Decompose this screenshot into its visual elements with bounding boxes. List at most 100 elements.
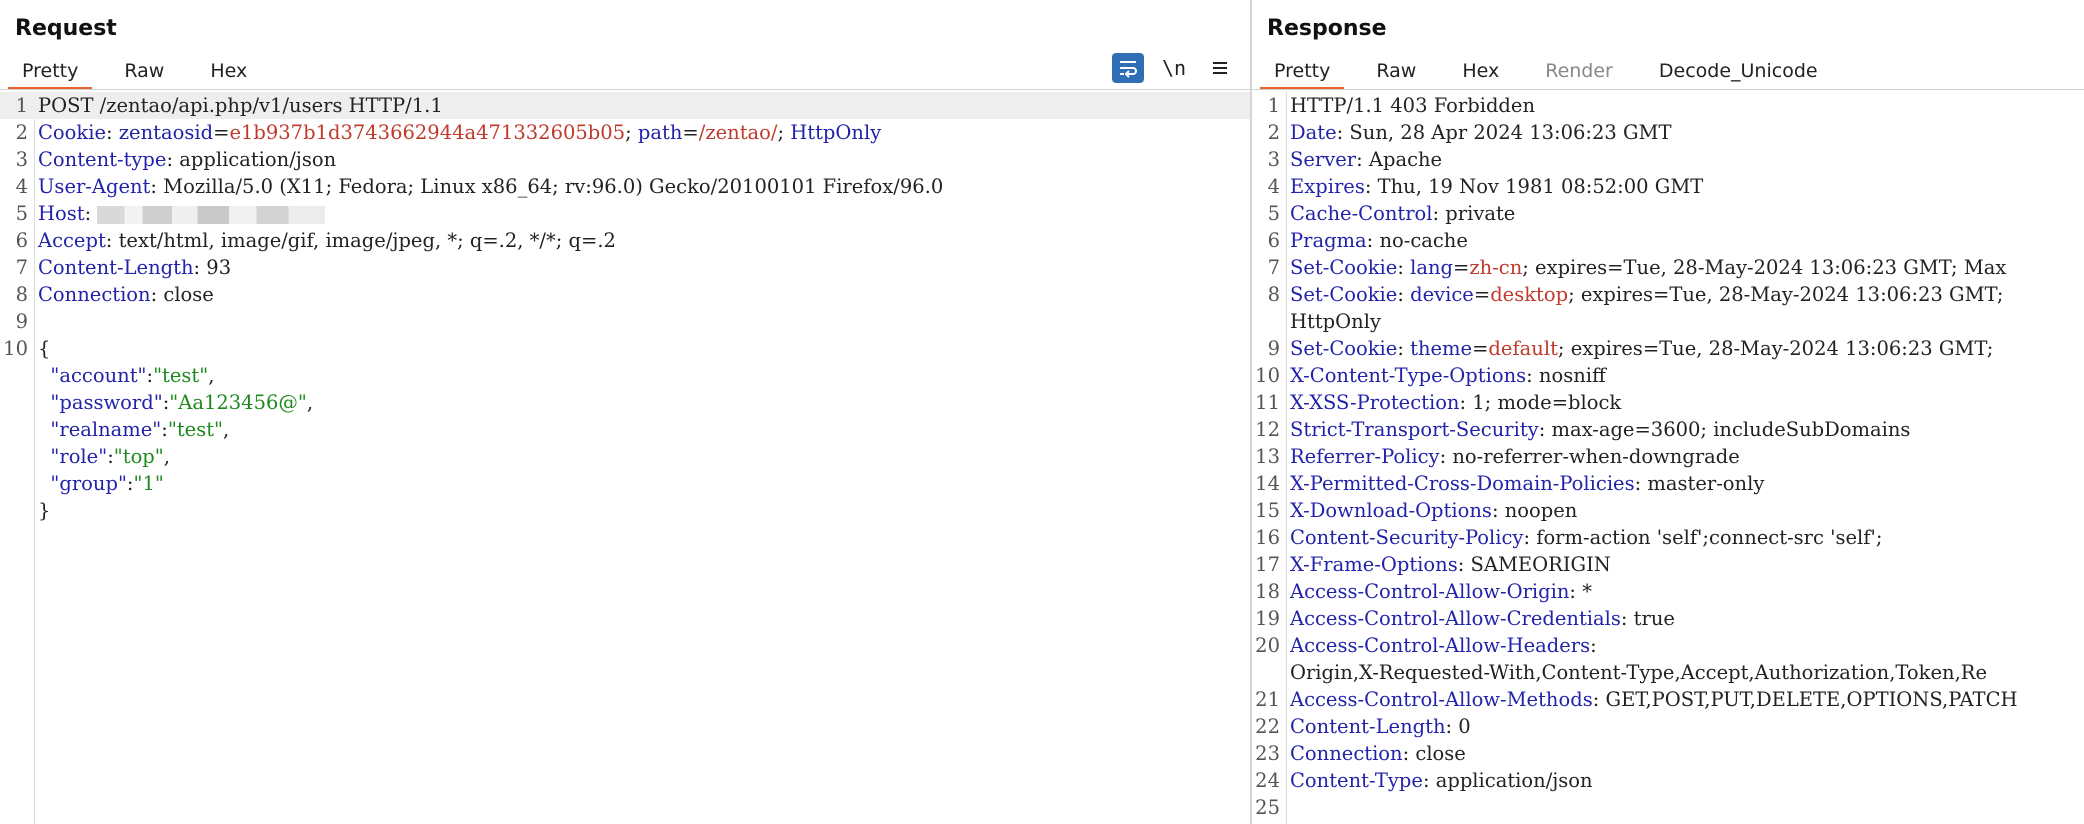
code-line: "realname":"test", [0,416,1250,443]
code-token: : 93 [193,256,232,279]
code-token: : [107,445,114,468]
line-number: 1 [1267,94,1280,117]
code-line: 9 Set-Cookie: theme=default; expires=Tue,… [1252,335,2084,362]
code-token: : [161,418,168,441]
code-line: 10 { [0,335,1250,362]
code-key: "role" [38,445,108,468]
line-number: 18 [1255,580,1280,603]
code-line: "group":"1" [0,470,1250,497]
code-key: X-Content-Type-Options [1290,364,1527,387]
code-key: Content-Length [1290,715,1446,738]
code-token: , [306,391,314,414]
line-number: 21 [1255,688,1280,711]
line-number: 23 [1255,742,1280,765]
code-token: : Thu, 19 Nov 1981 08:52:00 GMT [1364,175,1704,198]
code-token: : [106,121,119,144]
menu-button[interactable] [1204,53,1236,83]
line-text: Host: [28,200,326,227]
code-token: HttpOnly [1290,310,1381,333]
code-key: Access-Control-Allow-Headers [1290,634,1591,657]
line-text: } [28,497,50,524]
code-line: "account":"test", [0,362,1250,389]
line-text: Connection: close [28,281,214,308]
line-text: Set-Cookie: theme=default; expires=Tue, … [1280,335,1993,362]
line-number: 6 [1267,229,1280,252]
code-line: 21 Access-Control-Allow-Methods: GET,POST… [1252,686,2084,713]
code-key: zentaosid [118,121,214,144]
line-text: X-XSS-Protection: 1; mode=block [1280,389,1621,416]
line-text: Content-Length: 93 [28,254,231,281]
code-line: 5 Host: [0,200,1250,227]
code-token: = [1472,337,1489,360]
code-token: : 0 [1445,715,1471,738]
wrap-lines-icon [1120,61,1137,78]
code-key: Set-Cookie [1290,256,1398,279]
code-key: path [637,121,683,144]
code-line: 2 Date: Sun, 28 Apr 2024 13:06:23 GMT [1252,119,2084,146]
code-token: HTTP/1.1 403 Forbidden [1290,94,1536,117]
line-text: Content-type: application/json [28,146,336,173]
line-text: X-Frame-Options: SAMEORIGIN [1280,551,1611,578]
code-key: HttpOnly [790,121,882,144]
line-text: Referrer-Policy: no-referrer-when-downgr… [1280,443,1740,470]
line-number [0,389,28,416]
request-code: 1 POST /zentao/api.php/v1/users HTTP/1.1 2… [0,92,1250,524]
code-token: { [38,337,51,360]
code-key: theme [1410,337,1473,360]
line-text: Origin,X-Requested-With,Content-Type,Acc… [1280,659,1987,686]
code-key: device [1410,283,1474,306]
response-editor[interactable]: 1 HTTP/1.1 403 Forbidden 2 Date: Sun, 28 Ap… [1252,92,2084,824]
response-tab-decode-unicode[interactable]: Decode_Unicode [1645,54,1832,90]
line-text: X-Content-Type-Options: nosniff [1280,362,1606,389]
request-tab-pretty[interactable]: Pretty [8,54,93,90]
response-tab-pretty[interactable]: Pretty [1260,54,1345,90]
code-token: : close [1402,742,1466,765]
code-token: : no-referrer-when-downgrade [1439,445,1740,468]
line-text: Server: Apache [1280,146,1442,173]
code-token: : close [150,283,214,306]
code-token: : master-only [1634,472,1765,495]
code-line: 18 Access-Control-Allow-Origin: * [1252,578,2084,605]
line-text: Connection: close [1280,740,1466,767]
request-tab-hex[interactable]: Hex [196,54,261,90]
code-line: 3 Server: Apache [1252,146,2084,173]
wrap-lines-button[interactable] [1112,53,1144,83]
response-tab-render[interactable]: Render [1531,54,1627,90]
code-token: POST /zentao/api.php/v1/users HTTP/1.1 [38,94,443,117]
code-token: : noopen [1491,499,1578,522]
line-text: "role":"top", [28,443,170,470]
line-number: 8 [1267,283,1280,306]
code-token: = [213,121,230,144]
line-number: 2 [15,121,28,144]
code-key: Connection [38,283,151,306]
request-tab-raw[interactable]: Raw [110,54,178,90]
code-line: 15 X-Download-Options: noopen [1252,497,2084,524]
code-key: Connection [1290,742,1403,765]
code-line: "password":"Aa123456@", [0,389,1250,416]
show-newlines-button[interactable]: \n [1158,53,1190,83]
line-number [1252,308,1280,335]
response-tab-hex[interactable]: Hex [1448,54,1513,90]
code-key: X-XSS-Protection [1290,391,1460,414]
code-line: 22 Content-Length: 0 [1252,713,2084,740]
line-text: Set-Cookie: lang=zh-cn; expires=Tue, 28-… [1280,254,2006,281]
code-token: ; [777,121,791,144]
request-editor[interactable]: 1 POST /zentao/api.php/v1/users HTTP/1.1 2… [0,92,1250,824]
line-number: 25 [1255,796,1280,819]
code-key: Date [1290,121,1337,144]
line-number: 3 [1267,148,1280,171]
code-token: , [223,418,230,441]
code-token: : application/json [166,148,337,171]
code-line: } [0,497,1250,524]
line-text: Content-Security-Policy: form-action 'se… [1280,524,1882,551]
line-number [0,470,28,497]
code-token: : true [1620,607,1675,630]
code-line: 8 Connection: close [0,281,1250,308]
request-tabs: Pretty Raw Hex [8,54,279,90]
code-key: Access-Control-Allow-Origin [1290,580,1570,603]
code-token: : [84,202,98,225]
line-number: 8 [15,283,28,306]
line-number [0,443,28,470]
line-text: "account":"test", [28,362,214,389]
response-tab-raw[interactable]: Raw [1362,54,1430,90]
